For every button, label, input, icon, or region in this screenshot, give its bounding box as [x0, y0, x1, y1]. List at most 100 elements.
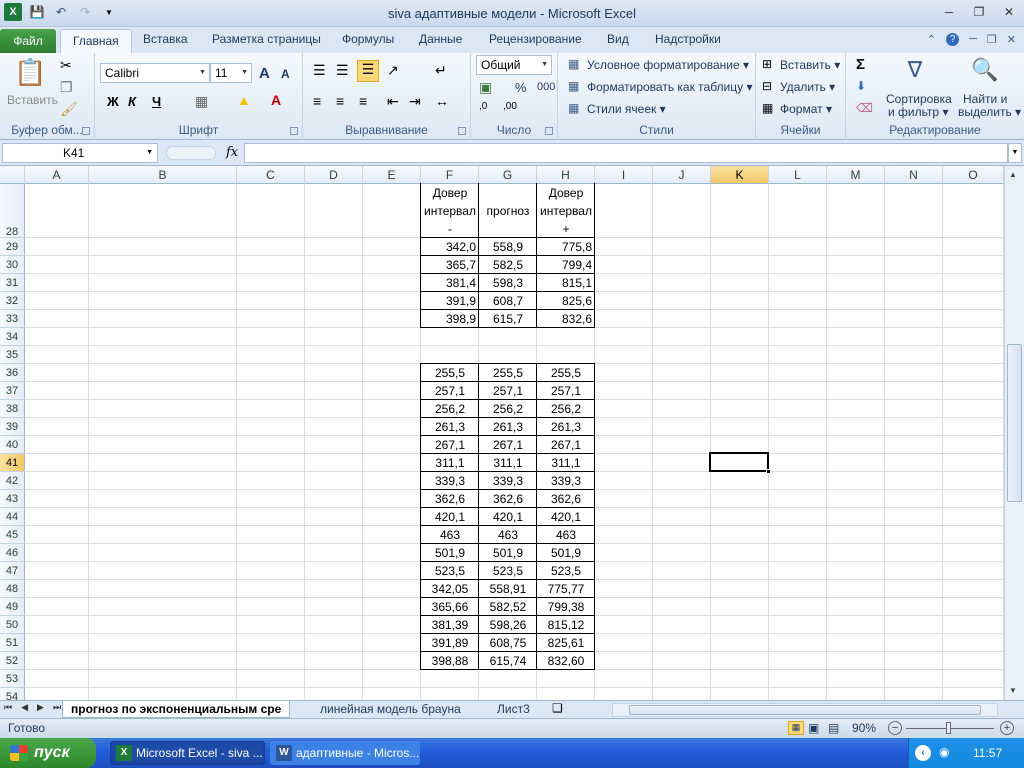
cell-f30[interactable]: 365,7	[421, 256, 479, 274]
autosum-button[interactable]: Σ	[856, 56, 865, 73]
row-header-35[interactable]: 35	[0, 346, 25, 364]
cell-f41[interactable]: 311,1	[421, 454, 479, 472]
decrease-indent-icon[interactable]: ⇤	[387, 93, 399, 110]
delete-cells-icon[interactable]: ⊟	[762, 79, 772, 93]
horizontal-scrollbar[interactable]	[612, 703, 998, 717]
cell-h45[interactable]: 463	[537, 526, 595, 544]
scroll-down-icon[interactable]: ▼	[1009, 686, 1017, 695]
row-header-44[interactable]: 44	[0, 508, 25, 526]
cell-f31[interactable]: 381,4	[421, 274, 479, 292]
copy-icon[interactable]: ❐	[60, 79, 73, 96]
font-name-combo[interactable]: Calibri ▼	[100, 63, 210, 83]
insert-cells-button[interactable]: Вставить ▾	[780, 58, 840, 72]
column-header-h[interactable]: H	[537, 166, 595, 184]
bold-button[interactable]: Ж	[107, 94, 119, 109]
column-header-f[interactable]: F	[421, 166, 479, 184]
cell-h51[interactable]: 825,61	[537, 634, 595, 652]
cell-g39[interactable]: 261,3	[479, 418, 537, 436]
row-header-38[interactable]: 38	[0, 400, 25, 418]
minimize-icon[interactable]: ─	[940, 4, 958, 20]
cell-styles-button[interactable]: Стили ячеек ▾	[587, 102, 666, 116]
find-select-label-2[interactable]: выделить ▾	[958, 105, 1021, 119]
insert-cells-icon[interactable]: ⊞	[762, 57, 772, 71]
format-as-table-button[interactable]: Форматировать как таблицу ▾	[587, 80, 753, 94]
cell-f42[interactable]: 339,3	[421, 472, 479, 490]
font-launcher-icon[interactable]	[290, 127, 298, 135]
find-select-icon[interactable]: 🔍	[968, 57, 1002, 83]
borders-icon[interactable]: ▦	[195, 93, 208, 110]
row-header-41[interactable]: 41	[0, 454, 25, 472]
increase-decimal-icon[interactable]: ,0	[479, 101, 487, 112]
cell-h43[interactable]: 362,6	[537, 490, 595, 508]
cell-g36[interactable]: 255,5	[479, 364, 537, 382]
first-sheet-icon[interactable]: ⏮	[4, 702, 12, 713]
column-header-i[interactable]: I	[595, 166, 653, 184]
cell-h32[interactable]: 825,6	[537, 292, 595, 310]
cell-h38[interactable]: 256,2	[537, 400, 595, 418]
orientation-icon[interactable]: ↗	[387, 62, 399, 79]
cell-h44[interactable]: 420,1	[537, 508, 595, 526]
row-header-36[interactable]: 36	[0, 364, 25, 382]
network-icon[interactable]: ◉	[939, 745, 949, 759]
page-layout-view-icon[interactable]: ▣	[808, 721, 819, 735]
zoom-slider-thumb[interactable]	[946, 722, 951, 734]
align-middle-icon[interactable]: ☰	[336, 62, 349, 79]
row-header-45[interactable]: 45	[0, 526, 25, 544]
cell-g47[interactable]: 523,5	[479, 562, 537, 580]
paste-button[interactable]: Вставить	[7, 93, 58, 107]
row-header-53[interactable]: 53	[0, 670, 25, 688]
cell-h36[interactable]: 255,5	[537, 364, 595, 382]
horizontal-scroll-thumb[interactable]	[629, 705, 981, 715]
taskbar-item-word[interactable]: W адаптивные - Micros...	[270, 741, 420, 765]
tray-expand-icon[interactable]: ‹	[915, 745, 931, 761]
row-header-31[interactable]: 31	[0, 274, 25, 292]
row-header-51[interactable]: 51	[0, 634, 25, 652]
row-header-47[interactable]: 47	[0, 562, 25, 580]
cell-g49[interactable]: 582,52	[479, 598, 537, 616]
align-left-icon[interactable]: ≡	[313, 93, 321, 109]
row-header-46[interactable]: 46	[0, 544, 25, 562]
cell-h37[interactable]: 257,1	[537, 382, 595, 400]
tab-formulas[interactable]: Формулы	[342, 32, 394, 46]
cell-g42[interactable]: 339,3	[479, 472, 537, 490]
cell-h48[interactable]: 775,77	[537, 580, 595, 598]
tab-file[interactable]: Файл	[0, 29, 56, 53]
format-cells-button[interactable]: Формат ▾	[780, 102, 832, 116]
cell-f36[interactable]: 255,5	[421, 364, 479, 382]
cell-f33[interactable]: 398,9	[421, 310, 479, 328]
cell-f28-line1[interactable]: Довер	[421, 184, 479, 202]
row-header-30[interactable]: 30	[0, 256, 25, 274]
row-header-50[interactable]: 50	[0, 616, 25, 634]
cell-g40[interactable]: 267,1	[479, 436, 537, 454]
vertical-scrollbar[interactable]: ▲ ▼	[1004, 166, 1024, 700]
increase-indent-icon[interactable]: ⇥	[409, 93, 421, 110]
cell-h42[interactable]: 339,3	[537, 472, 595, 490]
cell-g30[interactable]: 582,5	[479, 256, 537, 274]
conditional-format-button[interactable]: Условное форматирование ▾	[587, 58, 749, 72]
clipboard-launcher-icon[interactable]	[82, 127, 90, 135]
cell-g31[interactable]: 598,3	[479, 274, 537, 292]
cell-h47[interactable]: 523,5	[537, 562, 595, 580]
row-header-48[interactable]: 48	[0, 580, 25, 598]
cell-h31[interactable]: 815,1	[537, 274, 595, 292]
row-header-43[interactable]: 43	[0, 490, 25, 508]
zoom-level[interactable]: 90%	[852, 721, 876, 735]
help-icon[interactable]: ?	[946, 33, 960, 46]
insert-function-button[interactable]: fx	[226, 145, 238, 160]
cell-g28[interactable]: прогноз	[479, 202, 537, 220]
tab-home[interactable]: Главная	[60, 29, 132, 53]
tab-data[interactable]: Данные	[419, 32, 462, 46]
zoom-in-icon[interactable]: +	[1000, 721, 1014, 735]
column-header-d[interactable]: D	[305, 166, 363, 184]
cell-f38[interactable]: 256,2	[421, 400, 479, 418]
row-header-33[interactable]: 33	[0, 310, 25, 328]
cell-g45[interactable]: 463	[479, 526, 537, 544]
cell-h28-line1[interactable]: Довер	[537, 184, 595, 202]
sheet-tab-3[interactable]: Лист3	[489, 701, 538, 718]
paste-icon[interactable]: 📋	[14, 57, 46, 91]
cell-g41[interactable]: 311,1	[479, 454, 537, 472]
conditional-format-icon[interactable]: ▦	[568, 57, 579, 71]
cell-h52[interactable]: 832,60	[537, 652, 595, 670]
column-header-a[interactable]: A	[25, 166, 89, 184]
column-header-j[interactable]: J	[653, 166, 711, 184]
